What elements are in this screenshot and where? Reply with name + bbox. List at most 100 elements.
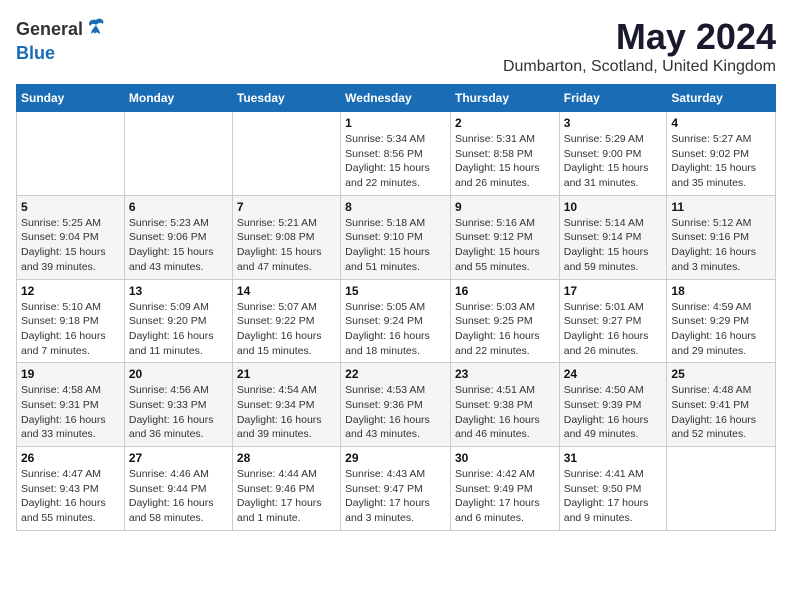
day-number: 2 [455, 116, 555, 130]
day-info: Sunrise: 4:51 AM Sunset: 9:38 PM Dayligh… [455, 383, 555, 442]
day-number: 29 [345, 451, 446, 465]
day-info: Sunrise: 4:44 AM Sunset: 9:46 PM Dayligh… [237, 467, 336, 526]
calendar-day-10: 10Sunrise: 5:14 AM Sunset: 9:14 PM Dayli… [559, 195, 667, 279]
day-number: 27 [129, 451, 228, 465]
calendar-day-16: 16 Sunrise: 5:03 AM Sunset: 9:25 PM Dayli… [450, 279, 559, 363]
day-info: Sunrise: 4:59 AM Sunset: 9:29 PM Dayligh… [671, 300, 771, 359]
calendar-day-21: 21 Sunrise: 4:54 AM Sunset: 9:34 PM Dayli… [232, 363, 340, 447]
weekday-header-sunday: Sunday [17, 85, 125, 112]
calendar-table: SundayMondayTuesdayWednesdayThursdayFrid… [16, 84, 776, 531]
calendar-day-5: 5 Sunrise: 5:25 AM Sunset: 9:04 PM Daylig… [17, 195, 125, 279]
day-info: Sunrise: 5:31 AM Sunset: 8:58 PM Dayligh… [455, 132, 555, 191]
logo-general-text: General [16, 19, 83, 40]
logo: General Blue [16, 16, 107, 64]
calendar-day-2: 2 Sunrise: 5:31 AM Sunset: 8:58 PM Daylig… [450, 112, 559, 196]
calendar-day-25: 25 Sunrise: 4:48 AM Sunset: 9:41 PM Dayli… [667, 363, 776, 447]
day-info: Sunrise: 5:29 AM Sunset: 9:00 PM Dayligh… [564, 132, 663, 191]
day-number: 5 [21, 200, 120, 214]
day-number: 13 [129, 284, 228, 298]
day-info: Sunrise: 5:05 AM Sunset: 9:24 PM Dayligh… [345, 300, 446, 359]
day-info: Sunrise: 4:48 AM Sunset: 9:41 PM Dayligh… [671, 383, 771, 442]
day-info: Sunrise: 5:23 AM Sunset: 9:06 PM Dayligh… [129, 216, 228, 275]
calendar-day-4: 4 Sunrise: 5:27 AM Sunset: 9:02 PM Daylig… [667, 112, 776, 196]
day-info: Sunrise: 4:50 AM Sunset: 9:39 PM Dayligh… [564, 383, 663, 442]
calendar-day-9: 9Sunrise: 5:16 AM Sunset: 9:12 PM Daylig… [450, 195, 559, 279]
day-info: Sunrise: 5:07 AM Sunset: 9:22 PM Dayligh… [237, 300, 336, 359]
day-number: 14 [237, 284, 336, 298]
calendar-day-20: 20 Sunrise: 4:56 AM Sunset: 9:33 PM Dayli… [124, 363, 232, 447]
calendar-header-row: SundayMondayTuesdayWednesdayThursdayFrid… [17, 85, 776, 112]
calendar-day-30: 30Sunrise: 4:42 AM Sunset: 9:49 PM Dayli… [450, 447, 559, 531]
calendar-day-7: 7Sunrise: 5:21 AM Sunset: 9:08 PM Daylig… [232, 195, 340, 279]
day-number: 20 [129, 367, 228, 381]
day-info: Sunrise: 5:12 AM Sunset: 9:16 PM Dayligh… [671, 216, 771, 275]
calendar-empty-cell [667, 447, 776, 531]
day-info: Sunrise: 5:14 AM Sunset: 9:14 PM Dayligh… [564, 216, 663, 275]
day-info: Sunrise: 5:03 AM Sunset: 9:25 PM Dayligh… [455, 300, 555, 359]
location-title: Dumbarton, Scotland, United Kingdom [503, 58, 776, 76]
calendar-day-23: 23 Sunrise: 4:51 AM Sunset: 9:38 PM Dayli… [450, 363, 559, 447]
title-area: May 2024 Dumbarton, Scotland, United Kin… [503, 16, 776, 76]
day-number: 6 [129, 200, 228, 214]
day-number: 24 [564, 367, 663, 381]
day-number: 11 [671, 200, 771, 214]
calendar-day-29: 29 Sunrise: 4:43 AM Sunset: 9:47 PM Dayli… [341, 447, 451, 531]
day-info: Sunrise: 5:21 AM Sunset: 9:08 PM Dayligh… [237, 216, 336, 275]
calendar-day-12: 12 Sunrise: 5:10 AM Sunset: 9:18 PM Dayli… [17, 279, 125, 363]
month-title: May 2024 [503, 16, 776, 58]
calendar-day-31: 31 Sunrise: 4:41 AM Sunset: 9:50 PM Dayli… [559, 447, 667, 531]
calendar-day-1: 1Sunrise: 5:34 AM Sunset: 8:56 PM Daylig… [341, 112, 451, 196]
calendar-day-14: 14 Sunrise: 5:07 AM Sunset: 9:22 PM Dayli… [232, 279, 340, 363]
calendar-day-22: 22 Sunrise: 4:53 AM Sunset: 9:36 PM Dayli… [341, 363, 451, 447]
calendar-week-row: 5 Sunrise: 5:25 AM Sunset: 9:04 PM Daylig… [17, 195, 776, 279]
day-info: Sunrise: 4:56 AM Sunset: 9:33 PM Dayligh… [129, 383, 228, 442]
weekday-header-saturday: Saturday [667, 85, 776, 112]
calendar-day-13: 13 Sunrise: 5:09 AM Sunset: 9:20 PM Dayli… [124, 279, 232, 363]
weekday-header-friday: Friday [559, 85, 667, 112]
day-number: 31 [564, 451, 663, 465]
calendar-day-11: 11 Sunrise: 5:12 AM Sunset: 9:16 PM Dayli… [667, 195, 776, 279]
day-number: 4 [671, 116, 771, 130]
day-number: 12 [21, 284, 120, 298]
day-info: Sunrise: 4:43 AM Sunset: 9:47 PM Dayligh… [345, 467, 446, 526]
day-info: Sunrise: 4:41 AM Sunset: 9:50 PM Dayligh… [564, 467, 663, 526]
calendar-day-27: 27 Sunrise: 4:46 AM Sunset: 9:44 PM Dayli… [124, 447, 232, 531]
day-info: Sunrise: 4:53 AM Sunset: 9:36 PM Dayligh… [345, 383, 446, 442]
weekday-header-tuesday: Tuesday [232, 85, 340, 112]
day-info: Sunrise: 5:25 AM Sunset: 9:04 PM Dayligh… [21, 216, 120, 275]
day-info: Sunrise: 5:10 AM Sunset: 9:18 PM Dayligh… [21, 300, 120, 359]
calendar-week-row: 12 Sunrise: 5:10 AM Sunset: 9:18 PM Dayli… [17, 279, 776, 363]
day-number: 25 [671, 367, 771, 381]
calendar-empty-cell [232, 112, 340, 196]
day-info: Sunrise: 5:01 AM Sunset: 9:27 PM Dayligh… [564, 300, 663, 359]
day-number: 3 [564, 116, 663, 130]
day-info: Sunrise: 4:58 AM Sunset: 9:31 PM Dayligh… [21, 383, 120, 442]
header: General Blue May 2024 Dumbarton, Scotlan… [16, 16, 776, 76]
day-number: 1 [345, 116, 446, 130]
logo-bird-icon [85, 16, 107, 43]
day-info: Sunrise: 4:47 AM Sunset: 9:43 PM Dayligh… [21, 467, 120, 526]
day-number: 16 [455, 284, 555, 298]
calendar-day-28: 28Sunrise: 4:44 AM Sunset: 9:46 PM Dayli… [232, 447, 340, 531]
day-number: 22 [345, 367, 446, 381]
calendar-day-18: 18Sunrise: 4:59 AM Sunset: 9:29 PM Dayli… [667, 279, 776, 363]
calendar-day-3: 3 Sunrise: 5:29 AM Sunset: 9:00 PM Daylig… [559, 112, 667, 196]
calendar-day-17: 17 Sunrise: 5:01 AM Sunset: 9:27 PM Dayli… [559, 279, 667, 363]
weekday-header-monday: Monday [124, 85, 232, 112]
calendar-day-19: 19Sunrise: 4:58 AM Sunset: 9:31 PM Dayli… [17, 363, 125, 447]
calendar-day-26: 26 Sunrise: 4:47 AM Sunset: 9:43 PM Dayli… [17, 447, 125, 531]
day-number: 21 [237, 367, 336, 381]
day-number: 23 [455, 367, 555, 381]
day-info: Sunrise: 5:27 AM Sunset: 9:02 PM Dayligh… [671, 132, 771, 191]
logo-blue-text: Blue [16, 43, 55, 64]
calendar-empty-cell [17, 112, 125, 196]
day-info: Sunrise: 4:54 AM Sunset: 9:34 PM Dayligh… [237, 383, 336, 442]
day-info: Sunrise: 4:42 AM Sunset: 9:49 PM Dayligh… [455, 467, 555, 526]
day-number: 17 [564, 284, 663, 298]
day-info: Sunrise: 5:09 AM Sunset: 9:20 PM Dayligh… [129, 300, 228, 359]
calendar-empty-cell [124, 112, 232, 196]
day-number: 26 [21, 451, 120, 465]
day-number: 8 [345, 200, 446, 214]
day-info: Sunrise: 4:46 AM Sunset: 9:44 PM Dayligh… [129, 467, 228, 526]
day-number: 15 [345, 284, 446, 298]
